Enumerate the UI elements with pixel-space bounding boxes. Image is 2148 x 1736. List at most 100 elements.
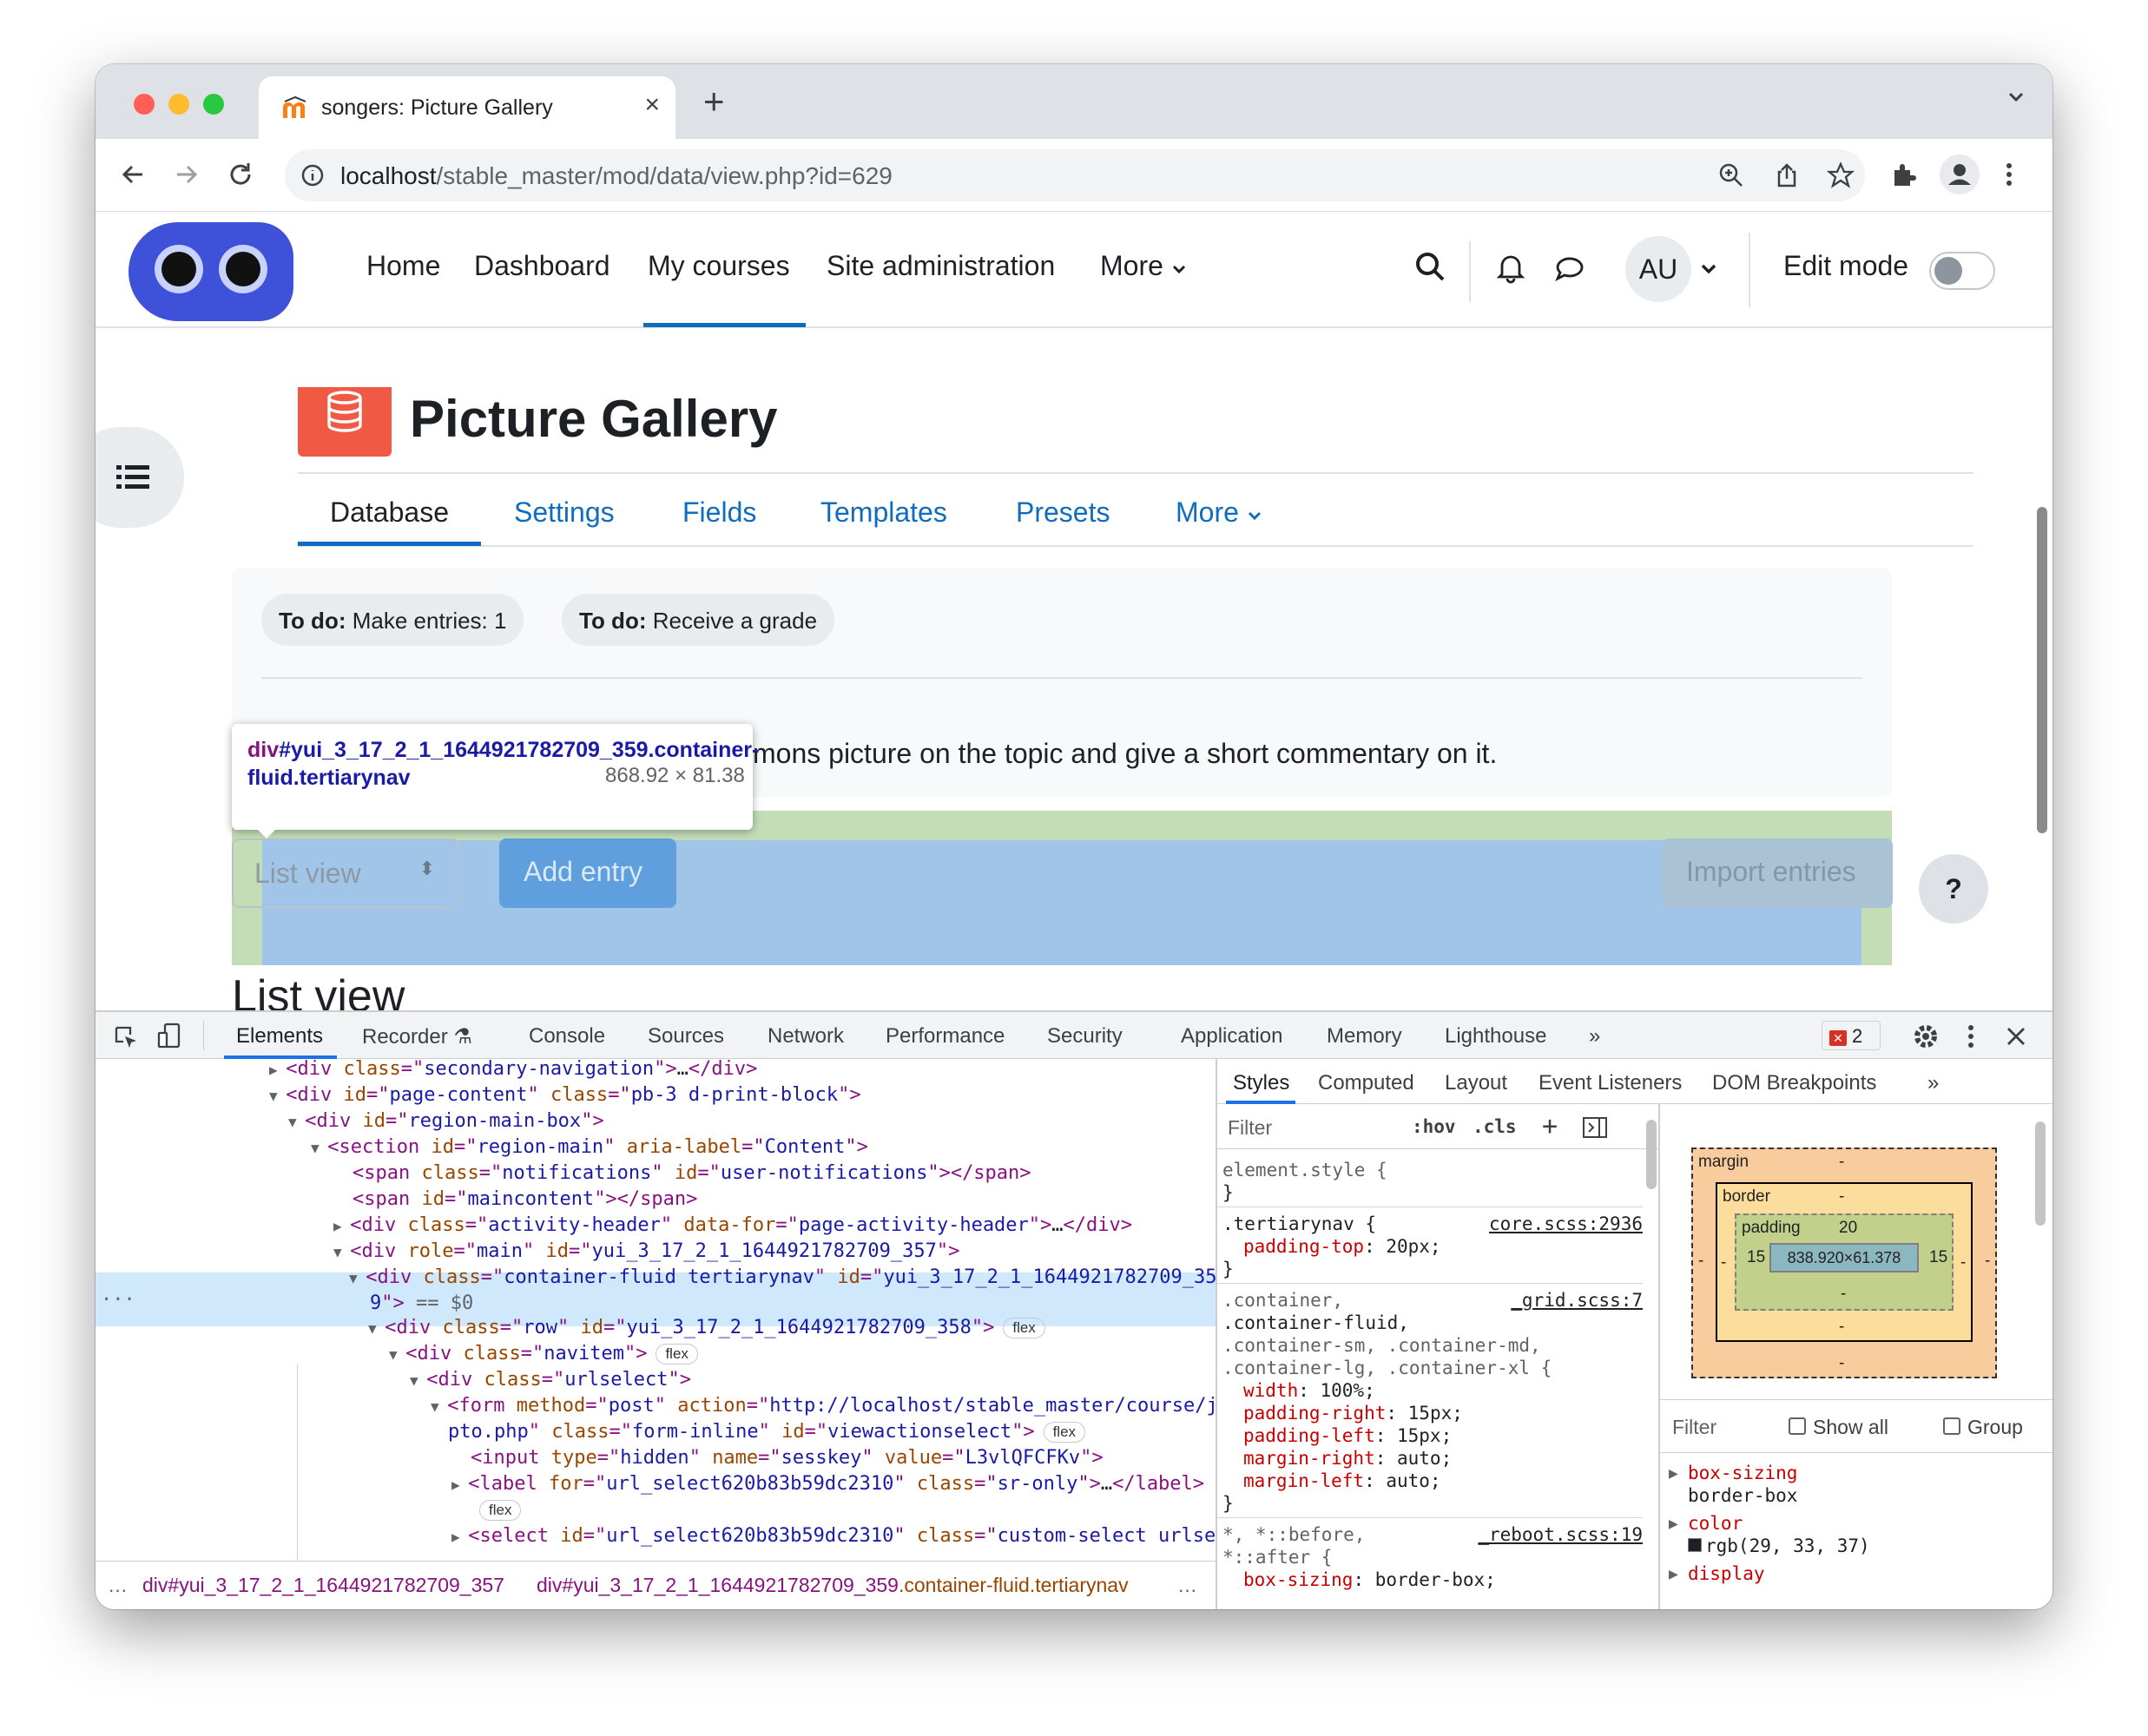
style-source-link[interactable]: core.scss:2936 xyxy=(1489,1212,1643,1236)
nav-my-courses[interactable]: My courses xyxy=(648,250,790,282)
collapse-triangle-icon[interactable]: ▼ xyxy=(269,1088,286,1104)
nav-dashboard[interactable]: Dashboard xyxy=(474,250,610,282)
browser-menu-icon[interactable] xyxy=(2000,160,2018,189)
devtools-tab-performance[interactable]: Performance xyxy=(886,1024,1005,1049)
expand-triangle-icon[interactable]: ▶ xyxy=(451,1476,468,1493)
collapse-triangle-icon[interactable]: ▼ xyxy=(389,1346,405,1363)
devtools-tab-memory[interactable]: Memory xyxy=(1327,1024,1402,1049)
devtools-tab-security[interactable]: Security xyxy=(1047,1024,1123,1049)
zoom-icon[interactable] xyxy=(1717,161,1745,189)
tab-settings[interactable]: Settings xyxy=(514,496,615,529)
new-tab-button[interactable]: + xyxy=(703,83,725,120)
styles-tab-layout[interactable]: Layout xyxy=(1445,1071,1507,1095)
site-info-icon[interactable] xyxy=(300,163,325,187)
devtools-menu-icon[interactable] xyxy=(1964,1023,1978,1050)
devtools-tab-sources[interactable]: Sources xyxy=(648,1024,724,1049)
collapse-triangle-icon[interactable]: ▼ xyxy=(349,1270,366,1286)
breadcrumb-overflow-right-icon[interactable]: … xyxy=(1177,1574,1197,1597)
expand-triangle-icon[interactable]: ▶ xyxy=(269,1062,286,1078)
device-toolbar-icon[interactable] xyxy=(156,1023,182,1050)
notifications-bell-icon[interactable] xyxy=(1493,250,1528,285)
nav-site-administration[interactable]: Site administration xyxy=(827,250,1055,282)
elements-dom-tree[interactable]: ··· ▶ <div class="secondary-navigation">… xyxy=(96,1059,1216,1561)
collapse-triangle-icon[interactable]: ▼ xyxy=(333,1244,350,1260)
profile-avatar[interactable] xyxy=(1940,155,1980,194)
dom-node-line[interactable]: <span id="maincontent"></span> xyxy=(353,1186,697,1213)
minimize-window-button[interactable] xyxy=(168,94,189,115)
dom-node-line[interactable]: pto.php" class="form-inline" id="viewact… xyxy=(448,1418,1086,1446)
css-declaration[interactable]: padding-top: 20px; xyxy=(1243,1234,1441,1259)
nav-home[interactable]: Home xyxy=(366,250,440,282)
css-declaration[interactable]: box-sizing: border-box; xyxy=(1243,1568,1496,1592)
extensions-puzzle-icon[interactable] xyxy=(1889,160,1919,189)
address-bar[interactable]: localhost/stable_master/mod/data/view.ph… xyxy=(285,149,1865,201)
styles-tab-dom-breakpoints[interactable]: DOM Breakpoints xyxy=(1712,1071,1876,1095)
styles-tab-styles[interactable]: Styles xyxy=(1233,1071,1289,1095)
expand-triangle-icon[interactable]: ▶ xyxy=(1669,1516,1678,1531)
style-source-link[interactable]: _grid.scss:7 xyxy=(1511,1288,1643,1312)
styles-more-tabs-icon[interactable]: » xyxy=(1927,1071,1939,1095)
dom-node-line[interactable]: ▶ <div class="activity-header" data-for=… xyxy=(333,1212,1132,1240)
user-menu-chevron-icon[interactable] xyxy=(1700,262,1717,276)
group-checkbox[interactable] xyxy=(1943,1417,1960,1435)
view-select[interactable]: List view ⬍ xyxy=(232,838,459,908)
devtools-tab-network[interactable]: Network xyxy=(768,1024,844,1049)
css-declaration[interactable]: margin-right: auto; xyxy=(1243,1446,1452,1470)
dom-node-line[interactable]: <input type="hidden" name="sesskey" valu… xyxy=(471,1444,1104,1472)
dom-node-line[interactable]: ▼ <div class="urlselect"> xyxy=(410,1366,691,1394)
breadcrumb-item-selected[interactable]: div#yui_3_17_2_1_1644921782709_359.conta… xyxy=(537,1574,1129,1597)
collapse-triangle-icon[interactable]: ▼ xyxy=(368,1320,385,1337)
color-swatch[interactable] xyxy=(1688,1538,1702,1552)
toggle-sidebar-icon[interactable] xyxy=(1582,1116,1608,1139)
dom-node-line[interactable]: ▶ <select id="url_select620b83b59dc2310"… xyxy=(451,1522,1216,1550)
breadcrumb-overflow-icon[interactable]: … xyxy=(108,1574,128,1597)
computed-property-name[interactable]: color xyxy=(1688,1513,1743,1534)
add-entry-button[interactable]: Add entry xyxy=(499,838,676,908)
flex-badge[interactable]: flex xyxy=(479,1500,522,1521)
user-avatar[interactable]: AU xyxy=(1625,236,1691,302)
css-declaration[interactable]: margin-left: auto; xyxy=(1243,1469,1441,1493)
styles-tab-event-listeners[interactable]: Event Listeners xyxy=(1539,1071,1682,1095)
messages-chat-icon[interactable] xyxy=(1552,250,1587,285)
flex-badge[interactable]: flex xyxy=(656,1344,698,1364)
inspect-element-icon[interactable] xyxy=(113,1024,139,1050)
tab-search-chevron-icon[interactable] xyxy=(2006,87,2026,108)
breadcrumb-item[interactable]: div#yui_3_17_2_1_1644921782709_357 xyxy=(142,1574,504,1597)
computed-filter-input[interactable]: Filter xyxy=(1672,1416,1716,1439)
forward-arrow-icon[interactable] xyxy=(172,160,201,189)
expand-triangle-icon[interactable]: ▶ xyxy=(333,1218,350,1234)
collapse-triangle-icon[interactable]: ▼ xyxy=(431,1398,447,1415)
page-scrollbar[interactable] xyxy=(2037,507,2047,833)
dom-node-line[interactable]: ▼ <form method="post" action="http://loc… xyxy=(431,1392,1216,1420)
tab-database[interactable]: Database xyxy=(330,496,449,529)
computed-property-name[interactable]: box-sizing xyxy=(1688,1463,1797,1483)
dom-node-line[interactable]: ▼ <div class="container-fluid tertiaryna… xyxy=(349,1264,1216,1292)
tab-presets[interactable]: Presets xyxy=(1016,496,1110,529)
import-entries-button[interactable]: Import entries xyxy=(1662,838,1893,908)
expand-triangle-icon[interactable]: ▶ xyxy=(1669,1466,1678,1481)
dom-node-line[interactable]: ▼ <section id="region-main" aria-label="… xyxy=(311,1134,868,1161)
box-model-scrollbar[interactable] xyxy=(2035,1121,2046,1226)
dom-node-line[interactable]: flex xyxy=(471,1496,522,1524)
collapse-triangle-icon[interactable]: ▼ xyxy=(288,1114,305,1130)
bookmark-star-icon[interactable] xyxy=(1827,161,1855,189)
course-index-drawer-button[interactable] xyxy=(96,427,184,528)
styles-filter-input[interactable]: Filter xyxy=(1228,1116,1272,1140)
close-devtools-icon[interactable] xyxy=(2004,1024,2028,1049)
reload-icon[interactable] xyxy=(226,160,255,189)
devtools-tab-application[interactable]: Application xyxy=(1181,1024,1282,1049)
tab-templates[interactable]: Templates xyxy=(820,496,947,529)
styles-scrollbar[interactable] xyxy=(1646,1120,1657,1189)
error-count-badge[interactable]: ✕ 2 xyxy=(1822,1021,1881,1050)
nav-more[interactable]: More xyxy=(1100,250,1187,282)
dom-node-line[interactable]: ▼ <div class="row" id="yui_3_17_2_1_1644… xyxy=(368,1314,1045,1342)
more-tabs-icon[interactable]: » xyxy=(1589,1024,1600,1049)
share-icon[interactable] xyxy=(1773,161,1801,189)
dom-node-line[interactable]: ▶ <div class="secondary-navigation">…</d… xyxy=(269,1059,757,1083)
devtools-tab-lighthouse[interactable]: Lighthouse xyxy=(1445,1024,1546,1049)
show-all-checkbox[interactable] xyxy=(1789,1417,1806,1435)
devtools-tab-elements[interactable]: Elements xyxy=(236,1024,323,1049)
collapse-triangle-icon[interactable]: ▼ xyxy=(410,1372,426,1389)
dom-node-line[interactable]: ▶ <label for="url_select620b83b59dc2310"… xyxy=(451,1470,1204,1498)
computed-property-name[interactable]: display xyxy=(1688,1563,1765,1584)
